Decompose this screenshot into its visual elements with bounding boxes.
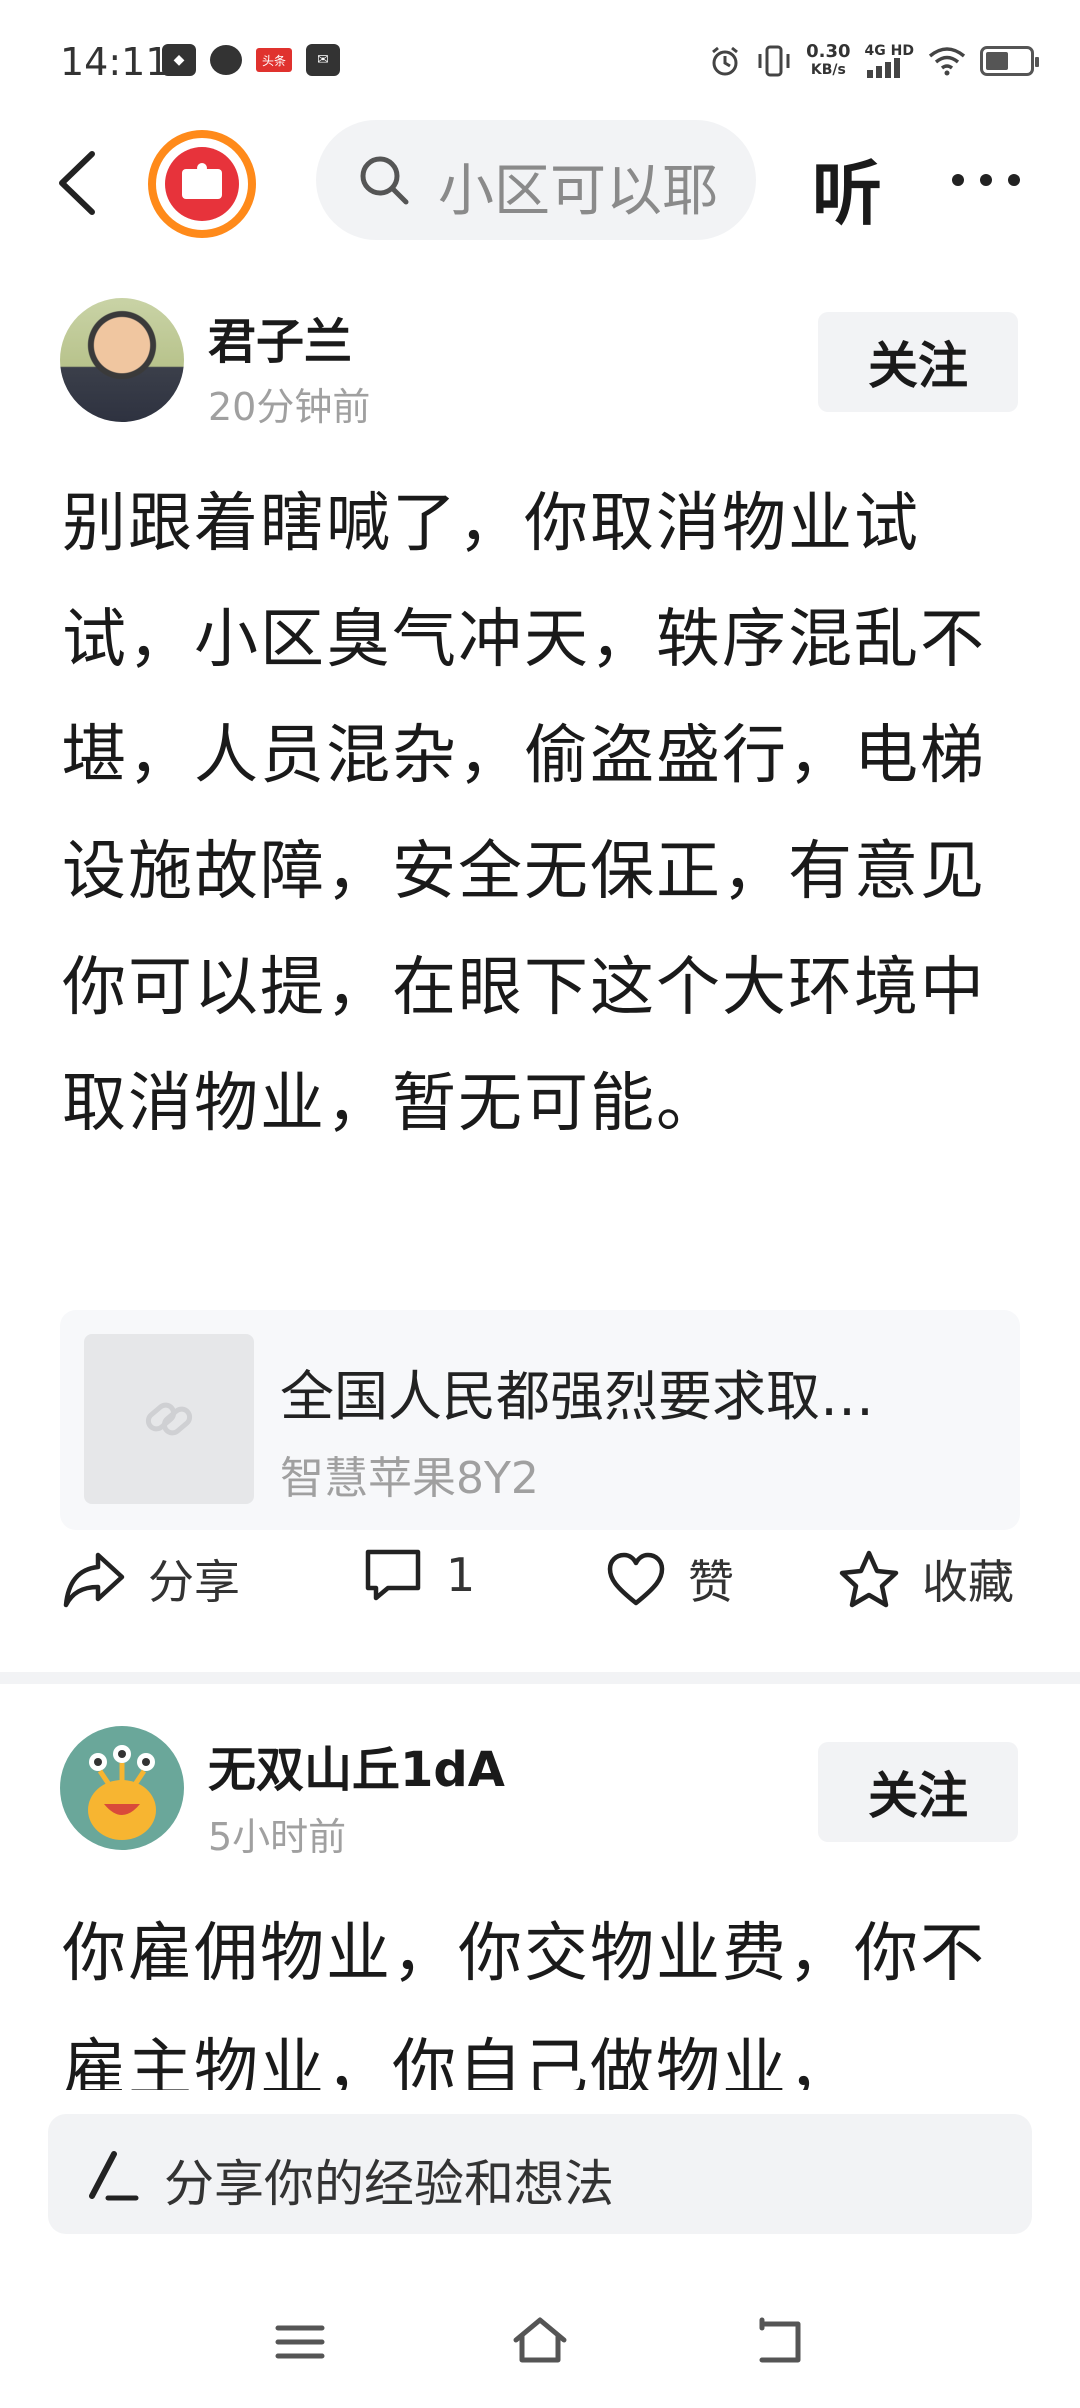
pen-icon (89, 2151, 139, 2201)
back-icon[interactable] (748, 2310, 812, 2374)
username[interactable]: 无双山丘1dA (208, 1730, 505, 1800)
comment-input[interactable]: 分享你的经验和想法 (48, 2114, 1032, 2234)
system-nav (0, 2290, 1080, 2408)
menu-icon[interactable] (268, 2310, 332, 2374)
avatar[interactable] (60, 1726, 184, 1850)
post-item: 无双山丘1dA 5小时前 关注 你雇佣物业，你交物业费，你不雇主物业，你自己做物… (0, 0, 1080, 2090)
follow-button[interactable]: 关注 (818, 1742, 1018, 1842)
post-time: 5小时前 (208, 1815, 347, 1859)
monster-avatar-icon (88, 1745, 156, 1840)
home-icon[interactable] (508, 2310, 572, 2374)
comment-placeholder: 分享你的经验和想法 (164, 2155, 614, 2213)
post-content[interactable]: 你雇佣物业，你交物业费，你不雇主物业，你自己做物业， (62, 1896, 1022, 2090)
